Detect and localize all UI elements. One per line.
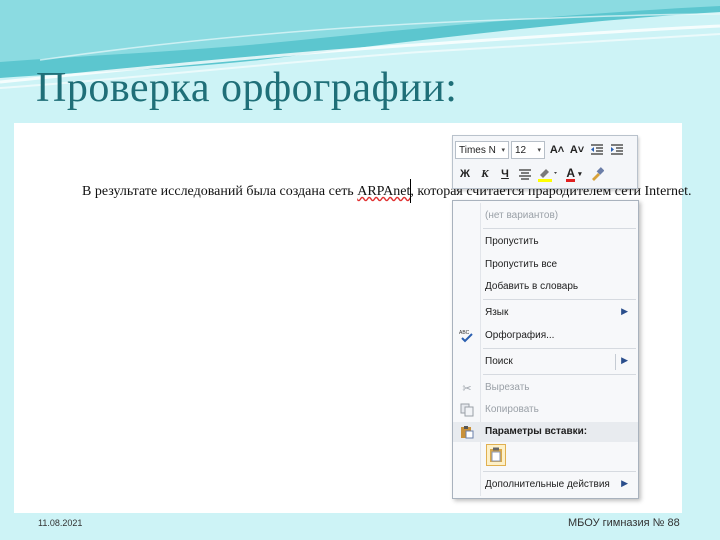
shrink-font-button[interactable]: A˅: [567, 140, 587, 160]
italic-button[interactable]: К: [475, 164, 495, 184]
increase-indent-button[interactable]: [607, 140, 627, 160]
decrease-indent-icon: [591, 144, 603, 155]
chevron-down-icon: ▾: [578, 171, 582, 178]
menu-item-label: Язык: [485, 307, 509, 318]
menu-item-label: Добавить в словарь: [485, 281, 579, 292]
menu-header-paste-options: Параметры вставки:: [453, 422, 638, 442]
menu-item-label: Дополнительные действия: [485, 479, 610, 490]
slide-title: Проверка орфографии:: [36, 65, 458, 111]
chevron-down-icon: ▾: [537, 147, 541, 154]
copy-icon: [459, 402, 475, 418]
decrease-indent-button[interactable]: [587, 140, 607, 160]
menu-item-language[interactable]: Язык ▶: [453, 303, 638, 323]
menu-separator: [483, 374, 636, 375]
menu-item-no-suggestions: (нет вариантов): [453, 206, 638, 226]
menu-item-cut[interactable]: ✂ Вырезать: [453, 378, 638, 398]
footer-date: 11.08.2021: [38, 518, 83, 528]
menu-separator: [483, 471, 636, 472]
word-screenshot: В результате исследований была создана с…: [14, 123, 692, 513]
highlight-button[interactable]: [535, 164, 561, 184]
menu-item-label: Копировать: [485, 404, 539, 415]
menu-item-ignore[interactable]: Пропустить: [453, 232, 638, 252]
menu-item-search[interactable]: Поиск ▶: [453, 352, 638, 372]
paste-clipboard-icon: [490, 447, 502, 462]
scissors-icon: ✂: [462, 382, 472, 395]
chevron-down-icon: ▾: [501, 147, 505, 154]
footer-school: МБОУ гимназия № 88: [568, 517, 680, 529]
font-size-value: 12: [515, 144, 527, 156]
submenu-arrow-icon: ▶: [621, 306, 628, 316]
text-cursor: [410, 179, 411, 203]
svg-text:ABC: ABC: [459, 330, 470, 336]
menu-item-spelling[interactable]: ABC Орфография...: [453, 326, 638, 346]
menu-item-label: Пропустить все: [485, 259, 558, 270]
misspelled-word[interactable]: ARPAnet: [357, 184, 410, 199]
menu-item-label: Параметры вставки:: [485, 426, 588, 437]
menu-item-label: Орфография...: [485, 330, 555, 341]
document-text-before: В результате исследований была создана с…: [82, 184, 358, 199]
split-divider: [615, 354, 616, 370]
spelling-context-menu: (нет вариантов) Пропустить Пропустить вс…: [452, 200, 639, 499]
submenu-arrow-icon: ▶: [621, 478, 628, 488]
font-size-combo[interactable]: 12 ▾: [511, 141, 545, 159]
bold-button[interactable]: Ж: [455, 164, 475, 184]
increase-indent-icon: [611, 144, 623, 155]
font-color-letter: A: [566, 165, 576, 182]
underline-button[interactable]: Ч: [495, 164, 515, 184]
menu-item-add-to-dictionary[interactable]: Добавить в словарь: [453, 277, 638, 297]
menu-item-copy[interactable]: Копировать: [453, 400, 638, 420]
format-painter-icon: [592, 167, 604, 181]
menu-separator: [483, 348, 636, 349]
align-center-icon: [519, 168, 531, 180]
submenu-arrow-icon[interactable]: ▶: [621, 355, 628, 366]
format-painter-button[interactable]: [587, 164, 607, 184]
paste-keep-source-option[interactable]: [486, 444, 506, 466]
paste-icon: [459, 424, 475, 440]
menu-item-ignore-all[interactable]: Пропустить все: [453, 255, 638, 275]
menu-item-label: Поиск: [485, 356, 513, 367]
menu-item-label: Вырезать: [485, 382, 530, 393]
menu-item-additional-actions[interactable]: Дополнительные действия ▶: [453, 475, 638, 495]
menu-item-label: (нет вариантов): [485, 210, 559, 221]
menu-item-label: Пропустить: [485, 236, 539, 247]
align-center-button[interactable]: [515, 164, 535, 184]
highlighter-icon: [538, 169, 557, 182]
mini-toolbar: Times N ▾ 12 ▾ A˄ A˅ Ж К Ч A ▾: [452, 135, 638, 189]
font-name-value: Times N: [459, 144, 496, 156]
menu-separator: [483, 228, 636, 229]
grow-font-button[interactable]: A˄: [547, 140, 567, 160]
font-name-combo[interactable]: Times N ▾: [455, 141, 509, 159]
menu-separator: [483, 299, 636, 300]
spelling-check-icon: ABC: [459, 328, 475, 344]
font-color-button[interactable]: A ▾: [561, 164, 587, 184]
